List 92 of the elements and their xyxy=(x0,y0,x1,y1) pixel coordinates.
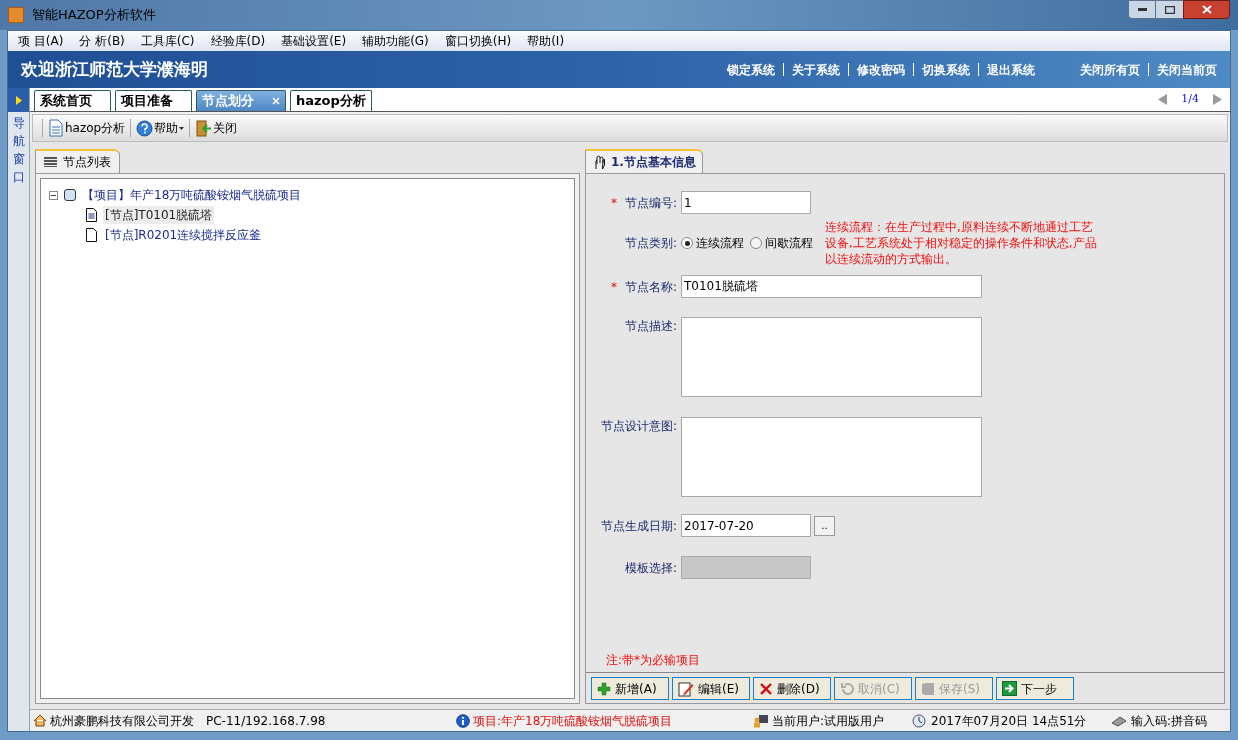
banner-link[interactable]: 关闭所有页 xyxy=(1080,60,1140,79)
field-label: 模板选择: xyxy=(624,559,677,577)
field-label: 节点类别: xyxy=(624,235,677,252)
hint-text: 连续流程：在生产过程中,原料连续不断地通过工艺设备,工艺系统处于相对稳定的操作条件和状态,产品以连续流动的方式输出。 xyxy=(825,219,1098,267)
next-page-icon[interactable] xyxy=(1213,94,1222,105)
menu-item[interactable]: 工具库(C) xyxy=(134,32,201,50)
info-icon xyxy=(456,713,470,728)
help-icon xyxy=(136,119,154,137)
toolbar-button[interactable]: hazop分析 xyxy=(46,117,128,139)
menu-item[interactable]: 窗口切换(H) xyxy=(438,32,518,50)
field-label: 节点设计意图: xyxy=(600,418,677,435)
maximize-icon xyxy=(1164,5,1175,14)
radio-label[interactable]: 间歇流程 xyxy=(765,234,813,252)
collapse-toggle[interactable] xyxy=(49,190,58,200)
cross-icon xyxy=(759,681,773,696)
dropdown-caret-icon xyxy=(179,126,185,130)
welcome-text: 欢迎浙江师范大学濮海明 xyxy=(21,57,208,81)
minimize-icon xyxy=(1137,8,1147,11)
clock-icon xyxy=(912,713,926,728)
menu-item[interactable]: 帮助(I) xyxy=(521,32,571,50)
field-label: 节点名称: xyxy=(624,278,677,296)
action-button[interactable]: 下一步 xyxy=(996,677,1074,700)
status-text: 输入码:拼音码 xyxy=(1131,712,1208,730)
text-area[interactable] xyxy=(681,417,982,497)
project-icon xyxy=(64,189,76,201)
page-tab[interactable]: hazop分析 xyxy=(290,90,372,111)
nav-window-label[interactable]: 导航窗口 xyxy=(12,114,25,186)
required-asterisk: * xyxy=(610,278,617,296)
window-title: 智能HAZOP分析软件 xyxy=(32,6,156,25)
close-button[interactable] xyxy=(1183,0,1230,19)
toolbar-button[interactable]: 帮助 xyxy=(134,117,187,139)
text-field[interactable]: T0101脱硫塔 xyxy=(681,275,982,298)
notepad-pencil-icon xyxy=(678,680,694,697)
minimize-button[interactable] xyxy=(1128,0,1156,19)
tree-item[interactable]: [节点]R0201连续搅拌反应釜 xyxy=(103,226,264,244)
expand-nav-button[interactable] xyxy=(8,88,29,112)
action-button[interactable]: 删除(D) xyxy=(753,677,831,700)
banner-link[interactable]: 关闭当前页 xyxy=(1157,60,1217,79)
action-button[interactable]: 编辑(E) xyxy=(672,677,750,700)
radio-label[interactable]: 连续流程 xyxy=(696,234,744,252)
document-icon xyxy=(48,119,64,137)
text-area[interactable] xyxy=(681,317,982,397)
radio-button[interactable] xyxy=(750,237,762,249)
date-field[interactable]: 2017-07-20 xyxy=(681,514,811,537)
document-icon xyxy=(86,208,97,222)
door-exit-icon xyxy=(195,119,213,137)
banner-link[interactable]: 锁定系统 xyxy=(727,60,775,79)
banner-link[interactable]: 退出系统 xyxy=(987,60,1035,79)
menu-item[interactable]: 辅助功能(G) xyxy=(356,32,435,50)
field-label: 节点生成日期: xyxy=(600,517,677,535)
previous-page-icon[interactable] xyxy=(1158,94,1168,105)
close-tab-icon[interactable] xyxy=(272,97,280,105)
date-picker-button[interactable]: .. xyxy=(814,515,835,536)
menu-item[interactable]: 分 析(B) xyxy=(73,32,131,50)
page-indicator: 1/4 xyxy=(1181,91,1199,108)
document-icon xyxy=(86,228,97,242)
required-asterisk: * xyxy=(610,194,617,212)
banner-link[interactable]: 关于系统 xyxy=(792,60,840,79)
app-logo-icon xyxy=(8,7,24,23)
status-text: 2017年07月20日 14点51分 xyxy=(931,712,1088,730)
status-text: 当前用户:试用版用户 xyxy=(772,712,886,730)
user-computer-icon xyxy=(753,713,769,728)
undo-icon xyxy=(840,681,854,696)
radio-button[interactable] xyxy=(681,237,693,249)
list-icon xyxy=(44,157,57,167)
banner-link[interactable]: 修改密码 xyxy=(857,60,905,79)
menu-item[interactable]: 项 目(A) xyxy=(12,32,70,50)
tree-item[interactable]: 【项目】年产18万吨硫酸铵烟气脱硫项目 xyxy=(82,186,302,204)
hand-icon xyxy=(592,154,607,170)
field-label: 节点描述: xyxy=(624,318,677,335)
maximize-button[interactable] xyxy=(1156,0,1183,19)
plus-icon xyxy=(597,681,611,696)
required-note: 注:带*为必输项目 xyxy=(606,652,702,669)
panel-tab[interactable]: 节点列表 xyxy=(35,149,120,173)
action-button[interactable]: 新增(A) xyxy=(591,677,669,700)
banner-link[interactable]: 切换系统 xyxy=(922,60,970,79)
menu-item[interactable]: 经验库(D) xyxy=(204,32,272,50)
field-label: 节点编号: xyxy=(624,194,677,212)
home-icon xyxy=(33,714,47,727)
panel-tab[interactable]: 1.节点基本信息 xyxy=(585,149,703,173)
status-text: 杭州豪鹏科技有限公司开发 xyxy=(50,712,194,730)
toolbar-button[interactable]: 关闭 xyxy=(193,117,240,139)
status-text: 项目:年产18万吨硫酸铵烟气脱硫项目 xyxy=(473,712,674,730)
triangle-right-icon xyxy=(15,95,22,105)
close-icon xyxy=(1201,5,1212,14)
status-text: PC-11/192.168.7.98 xyxy=(206,712,327,730)
tree-item[interactable]: [节点]T0101脱硫塔 xyxy=(103,206,215,224)
page-tab[interactable]: 系统首页 xyxy=(34,90,111,111)
text-field[interactable]: 1 xyxy=(681,191,811,214)
menu-item[interactable]: 基础设置(E) xyxy=(275,32,353,50)
right-arrow-icon xyxy=(1002,681,1017,696)
page-tab[interactable]: 项目准备 xyxy=(115,90,192,111)
